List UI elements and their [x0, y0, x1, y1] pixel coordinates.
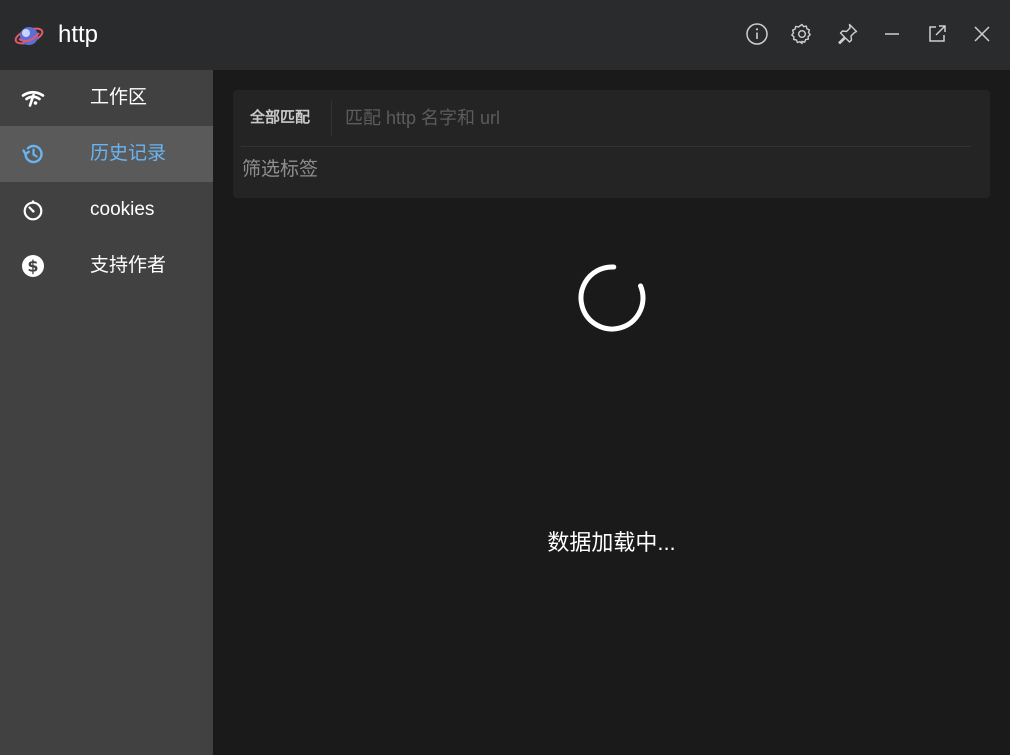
- divider: [241, 146, 971, 147]
- gear-icon: [791, 23, 811, 45]
- settings-button[interactable]: [788, 20, 816, 48]
- sidebar-item-workspace[interactable]: 工作区: [0, 70, 213, 126]
- loading-spinner-icon: [578, 264, 646, 332]
- sidebar-item-label: cookies: [90, 199, 155, 220]
- dollar-icon: $: [21, 254, 45, 278]
- info-button[interactable]: [743, 20, 771, 48]
- search-input[interactable]: [345, 102, 965, 134]
- svg-text:$: $: [27, 257, 38, 276]
- loading-status-text: 数据加载中...: [547, 530, 676, 555]
- app-window: http 工作区 历史记录 cookies $ 支持作者 全部匹配 匹配 htt…: [0, 0, 1010, 755]
- popout-button[interactable]: [923, 20, 951, 48]
- sidebar-item-cookies[interactable]: cookies: [0, 182, 213, 238]
- info-icon: [746, 23, 768, 45]
- divider: [331, 100, 332, 136]
- history-icon: [21, 142, 45, 166]
- minimize-icon: [885, 33, 899, 35]
- title-bar[interactable]: http: [0, 0, 1010, 70]
- sidebar-item-label: 历史记录: [90, 143, 167, 164]
- sidebar-item-history[interactable]: 历史记录: [0, 126, 213, 182]
- main-content: 全部匹配 筛选标签 数据加载中...: [213, 70, 1010, 755]
- timer-icon: [21, 198, 45, 222]
- match-mode-select[interactable]: 全部匹配: [250, 108, 310, 128]
- sidebar-item-support[interactable]: $ 支持作者: [0, 238, 213, 294]
- tag-filter-input[interactable]: 筛选标签: [242, 158, 318, 182]
- app-title: http: [58, 21, 99, 48]
- pin-icon: [838, 23, 858, 45]
- sidebar-item-label: 工作区: [90, 87, 148, 108]
- minimize-button[interactable]: [878, 20, 906, 48]
- filter-panel: 全部匹配 筛选标签: [233, 90, 990, 198]
- close-icon: [974, 26, 990, 42]
- sidebar-item-label: 支持作者: [90, 255, 167, 276]
- popout-icon: [929, 25, 946, 42]
- workspace-icon: [21, 86, 45, 110]
- planet-logo-icon: [14, 21, 44, 51]
- close-button[interactable]: [968, 20, 996, 48]
- sidebar: 工作区 历史记录 cookies $ 支持作者: [0, 70, 213, 755]
- pin-button[interactable]: [833, 20, 861, 48]
